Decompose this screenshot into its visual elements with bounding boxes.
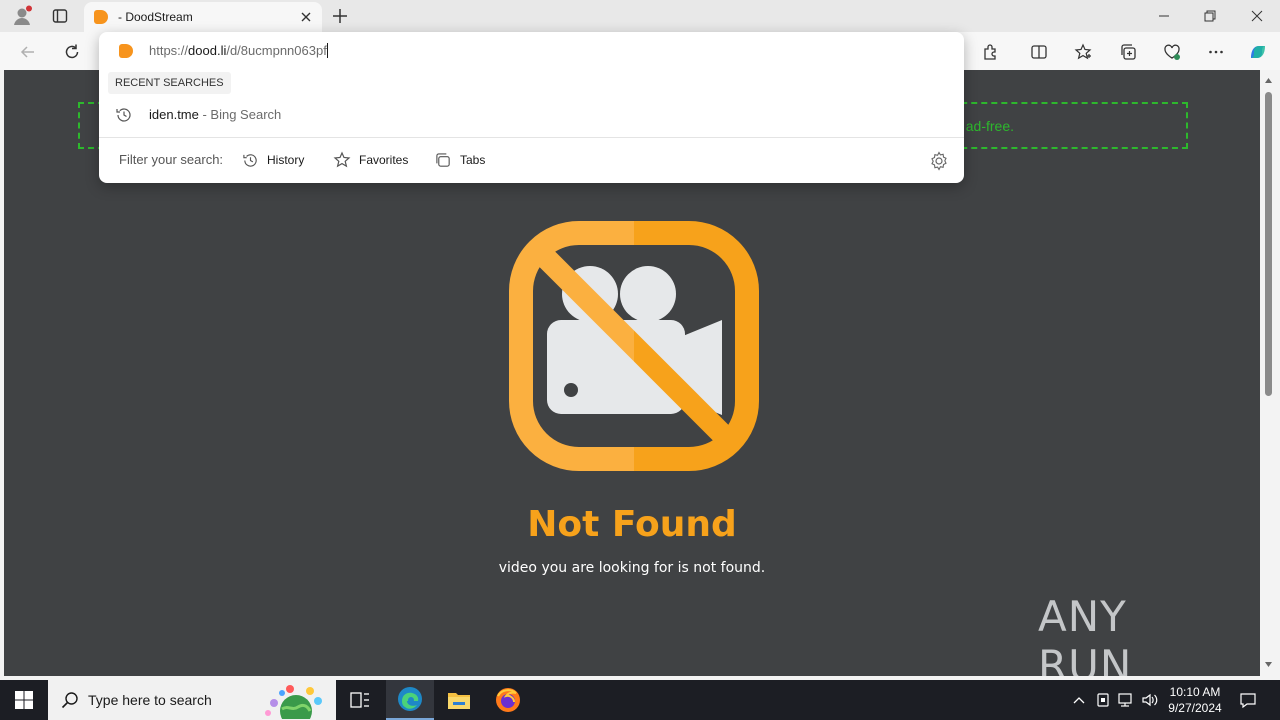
scroll-up-icon[interactable] [1264, 76, 1273, 85]
filter-favorites[interactable]: Favorites [333, 144, 408, 176]
filter-history-label: History [267, 153, 305, 167]
filter-label: Filter your search: [119, 152, 224, 167]
clock-date: 9/27/2024 [1168, 701, 1222, 715]
tray-device-icon[interactable] [1093, 690, 1113, 710]
suggestion-query: iden.tme [149, 107, 199, 122]
settings-more-icon[interactable] [1203, 39, 1229, 65]
windows-logo-icon [15, 691, 33, 709]
page-scrollbar[interactable] [1261, 70, 1276, 676]
copilot-icon[interactable] [1245, 39, 1271, 65]
edge-icon [398, 687, 422, 711]
back-button[interactable] [15, 39, 41, 65]
search-highlight-globe-icon [265, 685, 322, 719]
tabs-icon [436, 152, 450, 167]
filter-history[interactable]: History [242, 144, 304, 176]
notifications-icon[interactable] [1238, 690, 1258, 710]
recent-searches-header: RECENT SEARCHES [108, 72, 231, 94]
extensions-icon[interactable] [978, 39, 1004, 65]
address-input[interactable]: https://dood.li/d/8ucmpnn063pf [149, 43, 328, 58]
not-found-message: video you are looking for is not found. [498, 560, 766, 576]
url-domain: dood.li [188, 43, 227, 58]
history-icon [116, 108, 131, 122]
url-path: /d/8ucmpnn063pf [226, 43, 327, 58]
task-view-button[interactable] [336, 680, 384, 720]
taskbar-edge[interactable] [386, 680, 434, 720]
profile-icon[interactable] [10, 4, 34, 28]
filter-tabs[interactable]: Tabs [435, 144, 485, 176]
tab-title: - DoodStream [118, 10, 193, 24]
clock-time: 10:10 AM [1169, 685, 1221, 699]
folder-icon [448, 693, 470, 709]
dropdown-divider [99, 137, 964, 138]
browser-essentials-icon[interactable] [1159, 39, 1185, 65]
tab-doodstream[interactable]: - DoodStream [84, 2, 322, 32]
address-bar-dropdown: https://dood.li/d/8ucmpnn063pf RECENT SE… [99, 32, 964, 183]
suggestion-source: - Bing Search [198, 107, 282, 122]
network-icon[interactable] [1116, 690, 1136, 710]
minimize-button[interactable] [1141, 0, 1187, 32]
text-caret [326, 43, 328, 58]
task-view-icon [350, 692, 369, 708]
search-icon [61, 692, 78, 709]
anyrun-watermark: ANY RUN [1038, 592, 1234, 676]
filter-favorites-label: Favorites [359, 153, 409, 167]
history-filter-icon [243, 153, 257, 167]
close-tab-icon[interactable] [298, 9, 314, 25]
taskbar-search[interactable]: Type here to search [48, 680, 336, 720]
favorites-icon[interactable] [1070, 39, 1096, 65]
watermark-text: ANY RUN [1038, 592, 1133, 676]
tray-overflow-chevron-icon[interactable] [1069, 690, 1089, 710]
collections-icon[interactable] [1115, 39, 1141, 65]
firefox-icon [496, 688, 520, 712]
taskbar-firefox[interactable] [484, 680, 532, 720]
doodstream-favicon-icon [94, 10, 108, 24]
tab-actions-icon[interactable] [48, 4, 72, 28]
volume-icon[interactable] [1140, 690, 1160, 710]
url-scheme: https:// [149, 43, 189, 58]
gear-icon[interactable] [929, 151, 949, 171]
not-found-title: Not Found [527, 504, 737, 545]
video-not-found-icon [509, 221, 759, 471]
restore-button[interactable] [1187, 0, 1233, 32]
taskbar-file-explorer[interactable] [435, 680, 483, 720]
start-button[interactable] [0, 680, 48, 720]
site-favicon-icon [119, 44, 133, 58]
taskbar-clock[interactable]: 10:10 AM 9/27/2024 [1160, 684, 1230, 716]
suggestion-item[interactable]: iden.tme - Bing Search [99, 100, 964, 130]
close-window-button[interactable] [1234, 0, 1280, 32]
new-tab-icon[interactable] [330, 6, 350, 26]
star-icon [333, 151, 351, 168]
scroll-down-icon[interactable] [1264, 660, 1273, 669]
scrollbar-thumb[interactable] [1265, 92, 1272, 396]
split-screen-icon[interactable] [1026, 39, 1052, 65]
ad-free-text: ad-free. [965, 118, 1014, 134]
filter-tabs-label: Tabs [460, 153, 486, 167]
refresh-button[interactable] [59, 39, 85, 65]
search-placeholder: Type here to search [88, 692, 212, 708]
tab-bar: - DoodStream [0, 0, 1280, 32]
windows-taskbar: Type here to search 10:10 AM 9/27/2024 [0, 680, 1280, 720]
